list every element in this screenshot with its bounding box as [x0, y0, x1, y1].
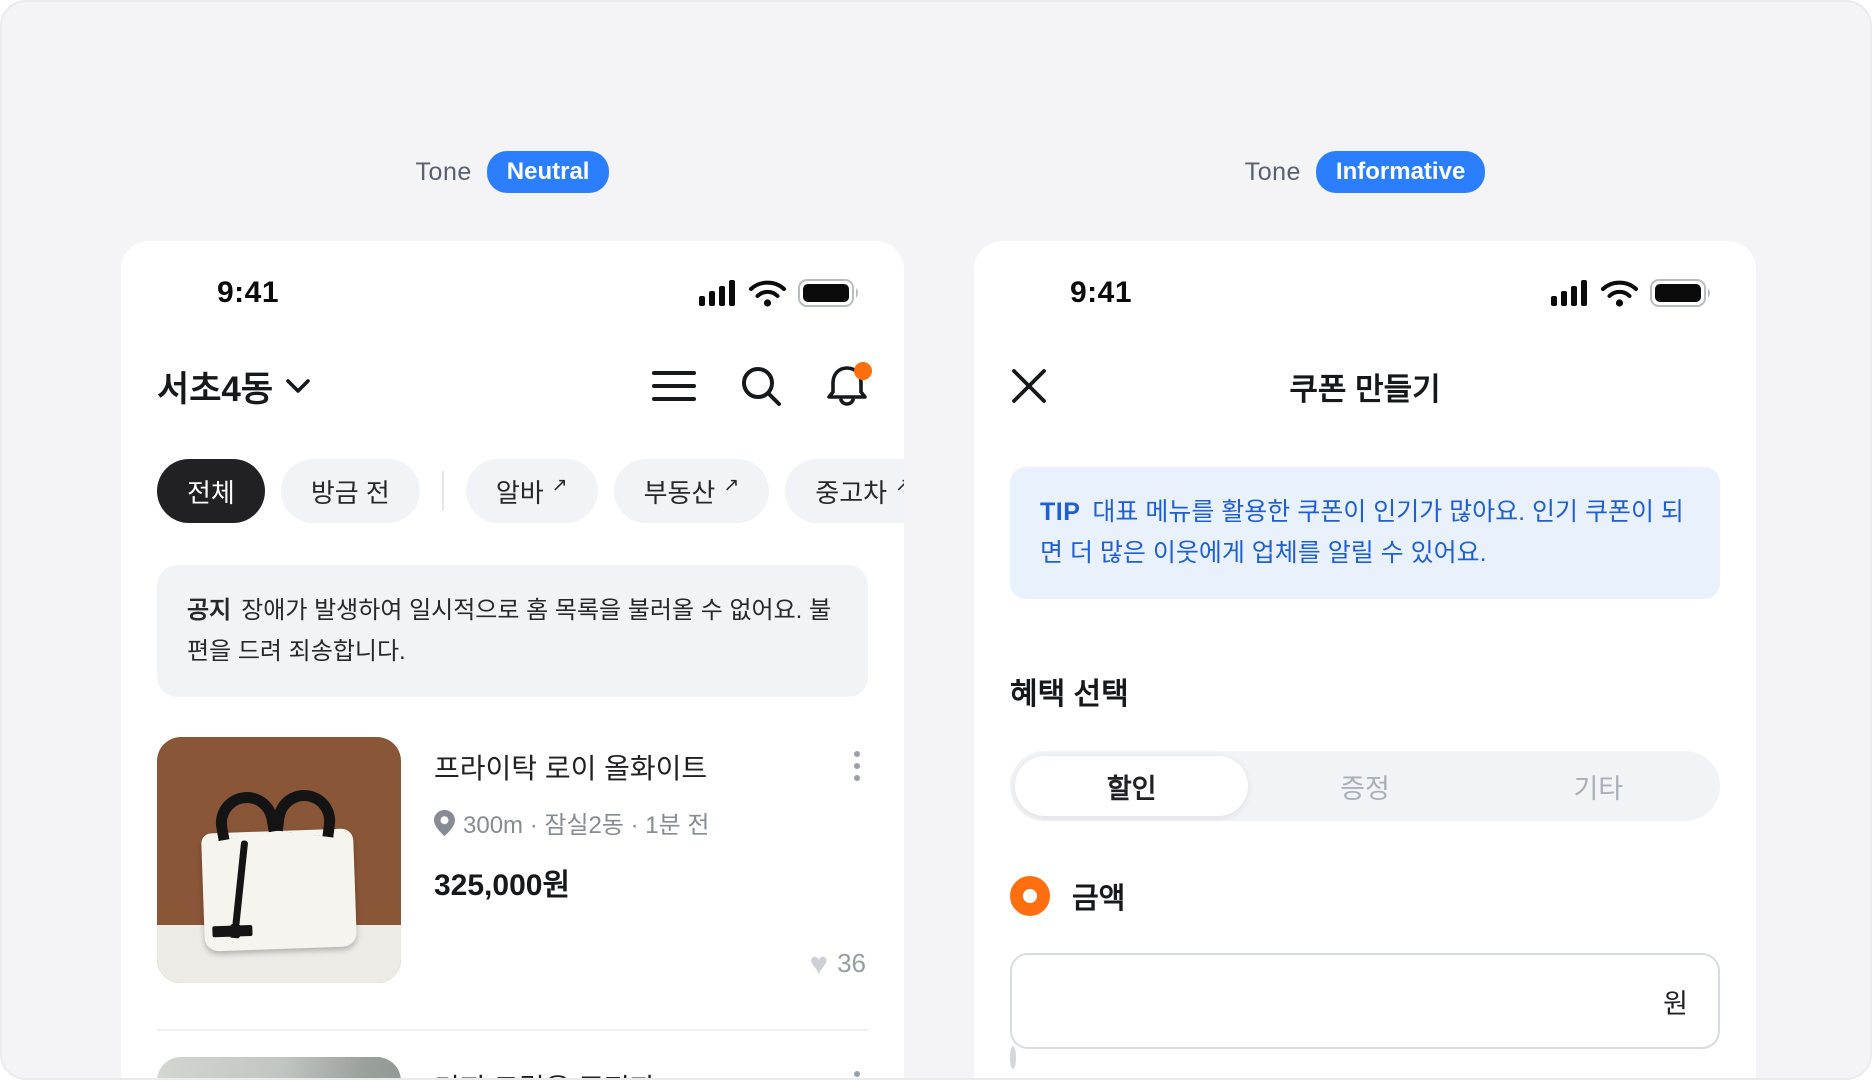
wifi-icon — [749, 280, 786, 307]
tone-prefix: Tone — [416, 158, 472, 187]
listing-photo-kettle — [157, 1057, 401, 1080]
listing-info: 커피 드립용 주전자 — [434, 1057, 868, 1080]
battery-icon — [1650, 279, 1712, 307]
location-name: 서초4동 — [157, 361, 273, 412]
radio-amount-selected[interactable] — [1010, 876, 1050, 916]
notice-tag: 공지 — [187, 597, 231, 624]
chip-all[interactable]: 전체 — [157, 459, 265, 523]
tip-banner: TIP대표 메뉴를 활용한 쿠폰이 인기가 많아요. 인기 쿠폰이 되면 더 많… — [1010, 467, 1720, 599]
cell-signal-icon — [1551, 280, 1589, 306]
service-notice-banner: 공지장애가 발생하여 일시적으로 홈 목록을 불러올 수 없어요. 불편을 드려… — [157, 565, 868, 697]
status-bar: 9:41 — [1010, 267, 1720, 319]
chip-just-now[interactable]: 방금 전 — [281, 459, 420, 523]
chip-usedcar[interactable]: 중고차 ↗ — [785, 459, 904, 523]
benefit-type-segmented-control: 할인 증정 기타 — [1010, 751, 1720, 821]
status-icons — [699, 279, 860, 307]
listing-title: 커피 드립용 주전자 — [434, 1067, 868, 1080]
search-button[interactable] — [740, 365, 782, 407]
segment-gift[interactable]: 증정 — [1248, 756, 1481, 816]
chip-jobs[interactable]: 알바 ↗ — [466, 459, 598, 523]
battery-icon — [798, 279, 860, 307]
cell-signal-icon — [699, 280, 737, 306]
notification-bell-button[interactable] — [826, 364, 868, 408]
tone-label-neutral: Tone Neutral — [121, 152, 904, 192]
chip-label: 전체 — [187, 473, 235, 510]
menu-button[interactable] — [652, 369, 696, 403]
like-count: 36 — [837, 948, 866, 979]
notification-badge-dot — [854, 362, 872, 380]
screenshot-canvas: Tone Neutral Tone Informative 9:41 — [0, 0, 1872, 1080]
radio-amount-label: 금액 — [1072, 875, 1125, 917]
tone-badge-informative: Informative — [1316, 151, 1485, 193]
chip-divider — [442, 471, 444, 511]
tip-label: TIP — [1040, 498, 1080, 526]
radio-unselected-partial[interactable] — [1010, 1046, 1016, 1069]
listing-info: 프라이탁 로이 올화이트 300m · 잠실2동 · 1분 전 325,000원 — [434, 737, 868, 983]
listing-freitag-bag[interactable]: 프라이탁 로이 올화이트 300m · 잠실2동 · 1분 전 325,000원… — [157, 737, 868, 983]
wifi-icon — [1601, 280, 1638, 307]
tone-prefix: Tone — [1245, 158, 1301, 187]
segment-etc[interactable]: 기타 — [1482, 756, 1715, 816]
bag-handle — [211, 787, 280, 841]
segment-label: 할인 — [1107, 767, 1157, 806]
listing-title: 프라이탁 로이 올화이트 — [434, 747, 868, 787]
listing-likes: ♥ 36 — [810, 948, 866, 979]
external-link-arrow-icon: ↗ — [723, 474, 739, 497]
status-bar: 9:41 — [157, 267, 868, 319]
listing-divider — [157, 1029, 868, 1031]
listing-photo-bag — [157, 737, 401, 983]
segment-discount[interactable]: 할인 — [1015, 756, 1248, 816]
listing-coffee-kettle[interactable]: 커피 드립용 주전자 — [157, 1057, 868, 1080]
phone-home-screen: 9:41 서초4동 — [121, 241, 904, 1080]
listing-price: 325,000원 — [434, 860, 868, 904]
tone-badge-neutral: Neutral — [487, 151, 610, 193]
chevron-down-icon — [285, 377, 311, 395]
chip-label: 방금 전 — [311, 473, 390, 510]
coupon-nav-bar: 쿠폰 만들기 — [1010, 357, 1720, 415]
bag-logo-patch — [212, 925, 252, 937]
header-icons — [652, 364, 868, 408]
listing-meta-text: 300m · 잠실2동 · 1분 전 — [463, 805, 709, 840]
location-selector[interactable]: 서초4동 — [157, 361, 311, 412]
heart-icon: ♥ — [810, 948, 828, 979]
chip-label: 중고차 — [815, 473, 887, 510]
listing-more-button[interactable] — [850, 747, 864, 785]
currency-suffix: 원 — [1663, 982, 1688, 1021]
chip-label: 부동산 — [644, 473, 716, 510]
status-time: 9:41 — [217, 276, 279, 310]
home-header: 서초4동 — [157, 357, 868, 415]
category-chip-row: 전체 방금 전 알바 ↗ 부동산 ↗ 중고차 ↗ — [157, 459, 904, 523]
notice-text: 장애가 발생하여 일시적으로 홈 목록을 불러올 수 없어요. 불편을 드려 죄… — [187, 597, 831, 665]
amount-radio-row: 금액 — [1010, 875, 1720, 917]
amount-input[interactable] — [1012, 955, 1718, 1047]
segment-label: 증정 — [1340, 767, 1390, 806]
listing-more-button[interactable] — [850, 1067, 864, 1080]
tone-label-informative: Tone Informative — [974, 152, 1756, 192]
close-button[interactable] — [1010, 367, 1048, 405]
phone-coupon-screen: 9:41 쿠폰 만들기 TIP대표 메뉴를 활용한 쿠폰이 인기가 많아요. 인… — [974, 241, 1756, 1080]
tip-text: 대표 메뉴를 활용한 쿠폰이 인기가 많아요. 인기 쿠폰이 되면 더 많은 이… — [1040, 498, 1684, 567]
photo-bag-shape — [201, 828, 357, 951]
external-link-arrow-icon: ↗ — [895, 474, 904, 497]
chip-label: 알바 — [496, 473, 544, 510]
status-icons — [1551, 279, 1712, 307]
listing-meta: 300m · 잠실2동 · 1분 전 — [434, 805, 868, 840]
benefit-section-title: 혜택 선택 — [1010, 669, 1720, 713]
amount-field: 원 — [1010, 953, 1720, 1049]
status-time: 9:41 — [1070, 276, 1132, 310]
bag-zipper — [232, 840, 248, 926]
external-link-arrow-icon: ↗ — [552, 474, 568, 497]
bag-handle — [272, 786, 339, 837]
segment-label: 기타 — [1573, 767, 1623, 806]
chip-realestate[interactable]: 부동산 ↗ — [614, 459, 770, 523]
location-pin-icon — [434, 810, 455, 836]
page-title: 쿠폰 만들기 — [1010, 364, 1720, 409]
